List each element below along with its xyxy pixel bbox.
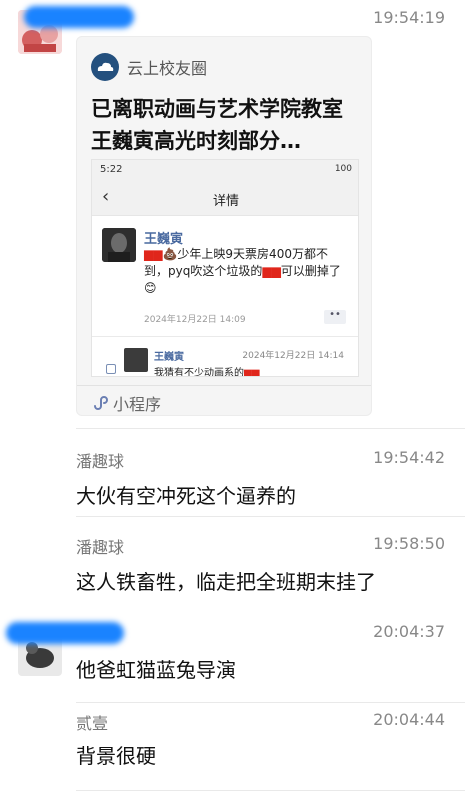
comment-text: 我猜有不少动画系的▆▆	[154, 368, 260, 377]
battery-indicator: 100	[334, 164, 352, 174]
divider	[76, 428, 465, 429]
nav-bar: ‹ 详情	[92, 180, 358, 216]
divider	[92, 336, 358, 337]
card-footer: 小程序	[91, 391, 161, 415]
sender-name: 潘趣球	[76, 538, 125, 557]
card-header: 云上校友圈	[91, 53, 207, 81]
card-screenshot: 5:22 100 ‹ 详情 王巍寅 ▆▆💩少年上映9天票房400万都不到，pyq…	[91, 159, 359, 377]
divider	[77, 385, 371, 386]
sender-name-redacted	[6, 622, 124, 644]
smile-emoji-icon: 😊	[144, 281, 157, 295]
message-text[interactable]: 大伙有空冲死这个逼养的	[76, 480, 296, 509]
message-time: 20:04:37	[373, 622, 445, 641]
mini-program-icon	[94, 396, 108, 410]
divider	[76, 790, 465, 791]
comment-author: 王巍寅	[154, 352, 184, 363]
message-text[interactable]: 他爸虹猫蓝兔导演	[76, 654, 236, 683]
post-avatar	[102, 228, 136, 262]
post-body: ▆▆💩少年上映9天票房400万都不到，pyq吹这个垃圾的▆▆可以删掉了😊	[144, 246, 349, 297]
comment-date: 2024年12月22日 14:14	[242, 351, 344, 361]
post-date: 2024年12月22日 14:09	[144, 315, 246, 325]
message-text[interactable]: 背景很硬	[76, 740, 156, 769]
scribble-redaction: ▆▆	[244, 368, 260, 377]
status-bar: 5:22 100	[92, 160, 358, 180]
sender-name: 贰壹	[76, 714, 109, 733]
scribble-redaction: ▆▆	[262, 264, 281, 278]
more-dots-icon: ••	[324, 310, 346, 324]
comment-avatar	[124, 348, 148, 372]
post-text-2: 可以删掉了	[280, 264, 341, 278]
message-time: 19:54:42	[373, 448, 445, 467]
chat-message: 贰壹 20:04:44 背景很硬	[0, 702, 465, 800]
nav-title: 详情	[212, 194, 239, 209]
card-footer-label: 小程序	[113, 395, 162, 414]
chat-message: 潘趣球 19:54:42 大伙有空冲死这个逼养的	[0, 430, 465, 516]
poop-emoji-icon: 💩	[162, 247, 178, 261]
app-name: 云上校友圈	[127, 59, 208, 78]
app-logo-icon	[91, 53, 119, 81]
message-time: 20:04:44	[373, 710, 445, 729]
chat-message: 19:54:19 云上校友圈 已离职动画与艺术学院教室王巍寅高光时刻部分… 5:…	[0, 0, 465, 430]
sender-name: 潘趣球	[76, 452, 125, 471]
card-title: 已离职动画与艺术学院教室王巍寅高光时刻部分…	[91, 97, 343, 153]
post-author: 王巍寅	[144, 232, 184, 247]
sender-name-redacted	[24, 6, 134, 28]
message-time: 19:54:19	[373, 8, 445, 27]
chat-message: 潘趣球 19:58:50 这人铁畜牲，临走把全班期末挂了	[0, 516, 465, 604]
message-time: 19:58:50	[373, 534, 445, 553]
mini-program-card[interactable]: 云上校友圈 已离职动画与艺术学院教室王巍寅高光时刻部分… 5:22 100 ‹ …	[76, 36, 372, 416]
chat-message: 20:04:37 他爸虹猫蓝兔导演	[0, 604, 465, 702]
status-time: 5:22	[100, 164, 123, 175]
message-text[interactable]: 这人铁畜牲，临走把全班期末挂了	[76, 566, 376, 595]
comment-icon	[106, 364, 116, 374]
scribble-redaction: ▆▆	[144, 247, 163, 261]
